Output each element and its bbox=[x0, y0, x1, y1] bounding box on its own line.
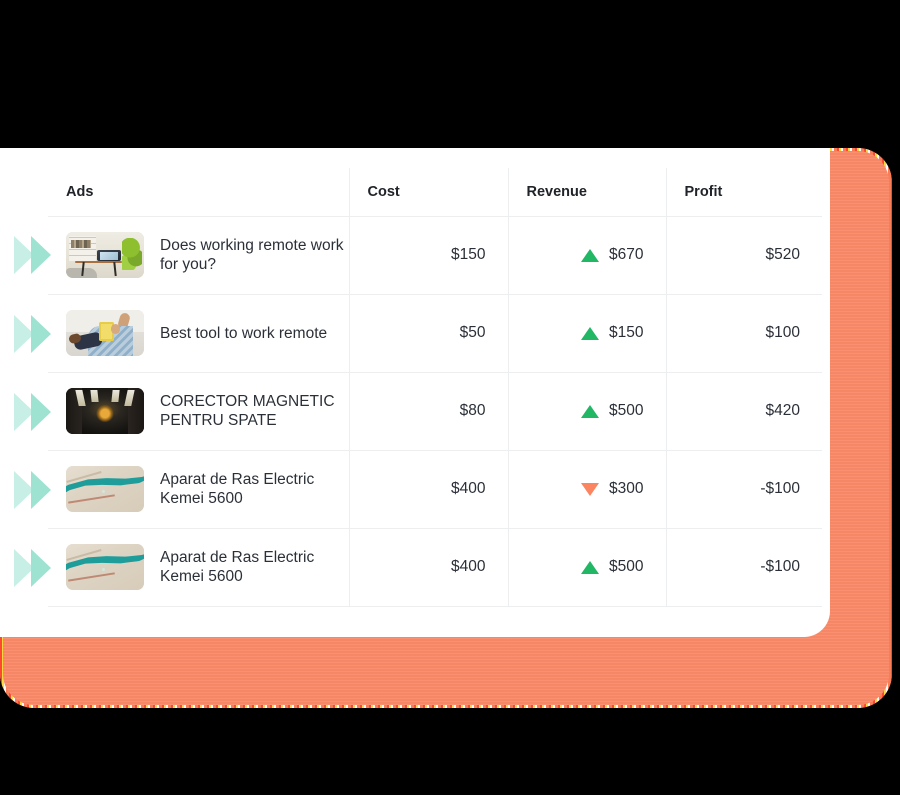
column-header-cost[interactable]: Cost bbox=[348, 168, 508, 217]
revenue-cell: $670 bbox=[507, 216, 666, 295]
ad-thumbnail-teal-river[interactable] bbox=[66, 544, 144, 590]
ad-cell[interactable]: CORECTOR MAGNETIC PENTRU SPATE bbox=[48, 372, 349, 451]
revenue-cell: $500 bbox=[507, 528, 666, 607]
ad-cell[interactable]: Best tool to work remote bbox=[48, 294, 349, 373]
ad-thumbnail-dark-corridor[interactable] bbox=[66, 388, 144, 434]
screenshot-stage: Ads Cost Revenue Profit Does working rem… bbox=[0, 0, 900, 795]
profit-cell: $100 bbox=[665, 294, 822, 373]
table-row[interactable]: CORECTOR MAGNETIC PENTRU SPATE $80 $500 … bbox=[48, 372, 822, 451]
table-row[interactable]: Aparat de Ras Electric Kemei 5600 $400 $… bbox=[48, 528, 822, 607]
cost-cell: $400 bbox=[348, 528, 508, 607]
triangle-up-icon bbox=[581, 404, 600, 418]
ad-title: Aparat de Ras Electric Kemei 5600 bbox=[160, 549, 315, 585]
table-row[interactable]: Best tool to work remote $50 $150 $100 bbox=[48, 294, 822, 373]
profit-cell: $420 bbox=[665, 372, 822, 451]
table-body: Does working remote work for you? $150 $… bbox=[48, 216, 822, 607]
column-header-profit[interactable]: Profit bbox=[665, 168, 822, 217]
column-header-profit-label: Profit bbox=[684, 183, 723, 200]
cost-cell: $50 bbox=[348, 294, 508, 373]
revenue-value: $500 bbox=[609, 558, 644, 575]
ad-cell[interactable]: Does working remote work for you? bbox=[48, 216, 349, 295]
triangle-down-icon bbox=[581, 482, 600, 496]
triangle-up-icon bbox=[581, 560, 600, 574]
ad-title: Does working remote work for you? bbox=[160, 237, 344, 273]
ads-performance-table: Ads Cost Revenue Profit Does working rem… bbox=[48, 168, 822, 607]
ads-performance-card: Ads Cost Revenue Profit Does working rem… bbox=[0, 148, 830, 637]
profit-cell: -$100 bbox=[665, 450, 822, 529]
table-header-row: Ads Cost Revenue Profit bbox=[48, 168, 822, 217]
cost-cell: $150 bbox=[348, 216, 508, 295]
revenue-value: $670 bbox=[609, 246, 644, 263]
table-row[interactable]: Aparat de Ras Electric Kemei 5600 $400 $… bbox=[48, 450, 822, 529]
revenue-value: $500 bbox=[609, 402, 644, 419]
ad-title: Best tool to work remote bbox=[160, 324, 328, 342]
column-header-cost-label: Cost bbox=[367, 183, 400, 200]
column-header-ads[interactable]: Ads bbox=[48, 168, 349, 217]
revenue-value: $150 bbox=[609, 324, 644, 341]
ad-thumbnail-home-office[interactable] bbox=[66, 232, 144, 278]
revenue-cell: $300 bbox=[507, 450, 666, 529]
table-row[interactable]: Does working remote work for you? $150 $… bbox=[48, 216, 822, 295]
revenue-cell: $150 bbox=[507, 294, 666, 373]
triangle-up-icon bbox=[581, 248, 600, 262]
revenue-value: $300 bbox=[609, 480, 644, 497]
column-header-revenue-label: Revenue bbox=[526, 183, 587, 200]
column-header-revenue[interactable]: Revenue bbox=[507, 168, 666, 217]
ad-cell[interactable]: Aparat de Ras Electric Kemei 5600 bbox=[48, 528, 349, 607]
ad-title: Aparat de Ras Electric Kemei 5600 bbox=[160, 471, 315, 507]
triangle-up-icon bbox=[581, 326, 600, 340]
ad-thumbnail-person-reading[interactable] bbox=[66, 310, 144, 356]
profit-cell: $520 bbox=[665, 216, 822, 295]
ad-cell[interactable]: Aparat de Ras Electric Kemei 5600 bbox=[48, 450, 349, 529]
ad-thumbnail-teal-river[interactable] bbox=[66, 466, 144, 512]
ad-title: CORECTOR MAGNETIC PENTRU SPATE bbox=[160, 393, 335, 429]
profit-cell: -$100 bbox=[665, 528, 822, 607]
cost-cell: $400 bbox=[348, 450, 508, 529]
revenue-cell: $500 bbox=[507, 372, 666, 451]
cost-cell: $80 bbox=[348, 372, 508, 451]
